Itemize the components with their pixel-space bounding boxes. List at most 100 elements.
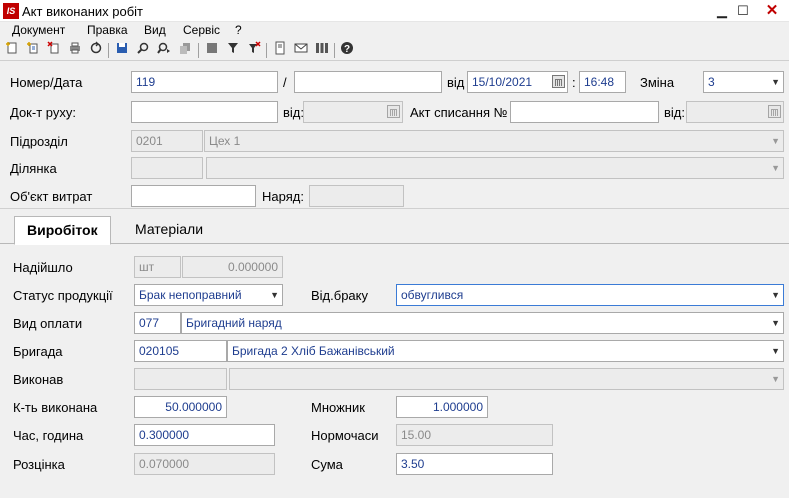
received-unit-input: шт <box>134 256 181 278</box>
movement-doc-input[interactable] <box>131 101 278 123</box>
area-select: ▼ <box>206 157 784 179</box>
payment-type-value: Бригадний наряд <box>186 316 282 330</box>
shift-label: Зміна <box>640 75 675 90</box>
area-label: Ділянка <box>10 161 57 176</box>
close-button[interactable]: ✕ <box>760 0 784 22</box>
hours-label: Час, година <box>13 428 84 443</box>
help-icon[interactable]: ? <box>338 41 356 59</box>
print-icon[interactable] <box>66 41 84 59</box>
product-status-label: Статус продукції <box>13 288 113 303</box>
brigade-label: Бригада <box>13 344 63 359</box>
cost-object-input[interactable] <box>131 185 256 207</box>
search-icon[interactable] <box>134 41 152 59</box>
menu-view[interactable]: Вид <box>144 23 166 37</box>
number2-input[interactable] <box>294 71 442 93</box>
new-copy-icon[interactable] <box>24 41 42 59</box>
number-input[interactable]: 119 <box>131 71 278 93</box>
chevron-down-icon[interactable]: ▼ <box>771 285 780 305</box>
menu-edit[interactable]: Правка <box>87 23 128 37</box>
sum-input[interactable]: 3.50 <box>396 453 553 475</box>
tab-bar: Виробіток Матеріали <box>0 212 789 245</box>
brigade-code-input[interactable]: 020105 <box>134 340 227 362</box>
multiplier-label: Множник <box>311 400 365 415</box>
time-separator: : <box>572 75 576 90</box>
sum-label: Сума <box>311 457 343 472</box>
defect-type-select[interactable]: обвуглився ▼ <box>396 284 784 306</box>
shift-value: 3 <box>708 75 715 89</box>
refresh-icon[interactable] <box>87 41 105 59</box>
toolbar-separator <box>266 43 267 58</box>
toolbar: ? <box>0 40 789 61</box>
qty-done-input[interactable]: 50.000000 <box>134 396 227 418</box>
writeoff-label: Акт списання № <box>410 105 508 120</box>
movement-date-input <box>303 101 403 123</box>
tab-output[interactable]: Виробіток <box>14 216 111 245</box>
chevron-down-icon[interactable]: ▼ <box>270 285 279 305</box>
payment-type-select[interactable]: Бригадний наряд ▼ <box>181 312 784 334</box>
calendar-icon[interactable] <box>552 75 565 88</box>
writeoff-input[interactable] <box>510 101 659 123</box>
performer-select: ▼ <box>229 368 784 390</box>
maximize-button[interactable]: ☐ <box>731 0 755 22</box>
received-label: Надійшло <box>13 260 73 275</box>
document-icon[interactable] <box>271 41 289 59</box>
app-logo-icon: IS <box>3 3 19 19</box>
date-from-label: від <box>447 75 465 90</box>
chevron-down-icon[interactable]: ▼ <box>771 72 780 92</box>
rate-label: Розцінка <box>13 457 65 472</box>
chevron-down-icon[interactable]: ▼ <box>771 313 780 333</box>
menu-help[interactable]: ? <box>235 23 242 37</box>
shift-select[interactable]: 3 ▼ <box>703 71 784 93</box>
brigade-value: Бригада 2 Хліб Бажанівський <box>232 344 395 358</box>
find-next-icon[interactable] <box>155 41 173 59</box>
mail-icon[interactable] <box>292 41 310 59</box>
chevron-down-icon[interactable]: ▼ <box>771 341 780 361</box>
chevron-down-icon: ▼ <box>771 136 780 146</box>
clear-filter-icon[interactable] <box>245 41 263 59</box>
defect-type-label: Від.браку <box>311 288 368 303</box>
date-input[interactable]: 15/10/2021 <box>467 71 568 93</box>
cost-object-label: Об'єкт витрат <box>10 189 93 204</box>
payment-code-input[interactable]: 077 <box>134 312 181 334</box>
received-qty-input: 0.000000 <box>182 256 283 278</box>
stop-icon[interactable] <box>203 41 221 59</box>
menu-document[interactable]: Документ <box>12 23 65 37</box>
filter-icon[interactable] <box>224 41 242 59</box>
division-label: Підрозділ <box>10 134 68 149</box>
movement-from-label: від: <box>283 105 304 120</box>
menu-bar: Документ Правка Вид Сервіс ? <box>0 22 789 40</box>
writeoff-date-input <box>686 101 784 123</box>
norm-hours-input: 15.00 <box>396 424 553 446</box>
calendar-icon <box>768 105 781 118</box>
columns-icon[interactable] <box>313 41 331 59</box>
save-icon[interactable] <box>113 41 131 59</box>
qty-done-label: К-ть виконана <box>13 400 98 415</box>
multiplier-input[interactable]: 1.000000 <box>396 396 488 418</box>
copy-icon[interactable] <box>176 41 194 59</box>
menu-service[interactable]: Сервіс <box>183 23 220 37</box>
division-name: Цех 1 <box>209 134 241 148</box>
norm-hours-label: Нормочаси <box>311 428 379 443</box>
time-input[interactable]: 16:48 <box>579 71 626 93</box>
division-select: Цех 1 ▼ <box>204 130 784 152</box>
performer-label: Виконав <box>13 372 64 387</box>
tab-materials[interactable]: Матеріали <box>123 216 215 244</box>
chevron-down-icon: ▼ <box>771 163 780 173</box>
new-doc-icon[interactable] <box>3 41 21 59</box>
delete-doc-icon[interactable] <box>45 41 63 59</box>
payment-type-label: Вид оплати <box>13 316 83 331</box>
toolbar-separator <box>334 43 335 58</box>
rate-input: 0.070000 <box>134 453 275 475</box>
product-status-select[interactable]: Брак непоправний ▼ <box>134 284 283 306</box>
number-date-label: Номер/Дата <box>10 75 83 90</box>
hours-input[interactable]: 0.300000 <box>134 424 275 446</box>
order-label: Наряд: <box>262 189 304 204</box>
brigade-select[interactable]: Бригада 2 Хліб Бажанівський ▼ <box>227 340 784 362</box>
date-value: 15/10/2021 <box>472 75 533 89</box>
title-bar: IS Акт виконаних робіт ▁ ☐ ✕ <box>0 0 789 22</box>
writeoff-from-label: від: <box>664 105 685 120</box>
chevron-down-icon: ▼ <box>771 374 780 384</box>
order-input <box>309 185 404 207</box>
slash-label: / <box>283 75 287 90</box>
area-code-input <box>131 157 203 179</box>
